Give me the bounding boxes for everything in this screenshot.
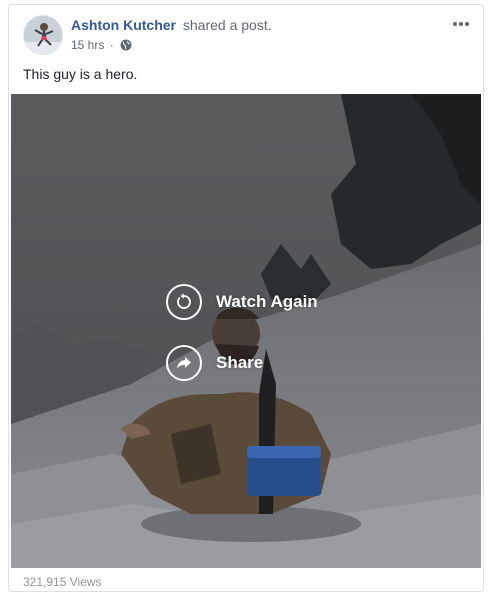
more-options-icon[interactable] [449, 15, 473, 33]
timestamp-link[interactable]: 15 hrs [71, 38, 104, 52]
author-line: Ashton Kutcher shared a post. [71, 17, 272, 33]
watch-again-label: Watch Again [216, 292, 318, 311]
video-frame-image [11, 94, 481, 568]
share-label: Share [216, 353, 264, 372]
share-arrow-icon [166, 345, 202, 381]
meta-separator: · [109, 38, 114, 52]
avatar[interactable] [23, 15, 63, 55]
post-header: Ashton Kutcher shared a post. 15 hrs · [23, 15, 473, 59]
video-player[interactable]: Watch Again Share [11, 94, 481, 568]
replay-icon [166, 284, 202, 320]
watch-again-button[interactable]: Watch Again [166, 284, 318, 320]
share-button[interactable]: Share [166, 345, 263, 381]
post-action-text: shared a post. [182, 17, 272, 33]
post-text: This guy is a hero. [23, 66, 138, 82]
view-count: 321,915 Views [23, 575, 102, 589]
post-meta: 15 hrs · [71, 38, 132, 54]
author-name-link[interactable]: Ashton Kutcher [71, 17, 176, 33]
globe-icon[interactable] [120, 39, 132, 54]
post-card: Ashton Kutcher shared a post. 15 hrs · T… [8, 4, 484, 592]
